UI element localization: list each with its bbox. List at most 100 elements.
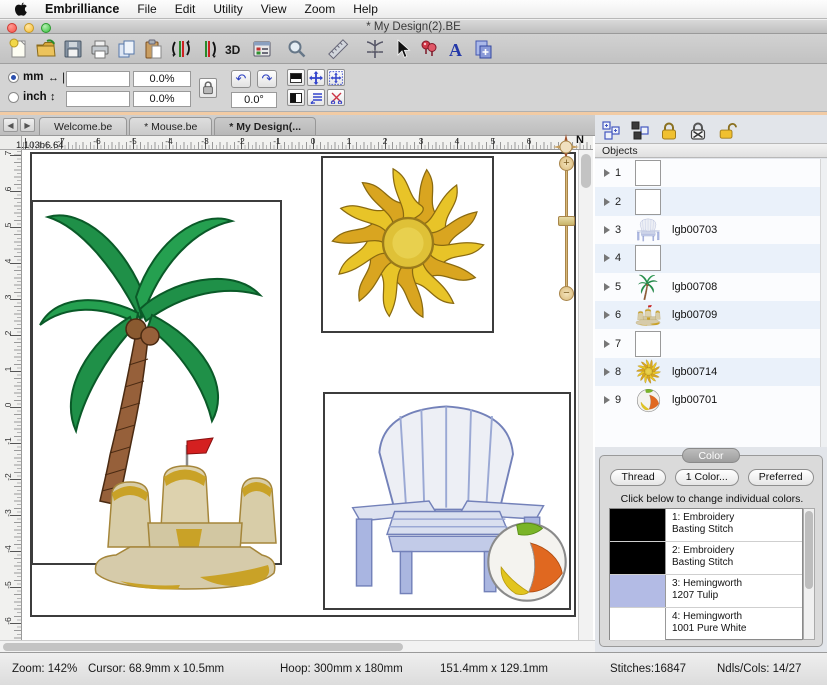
tab-scroll-right-icon[interactable]: ▶ bbox=[20, 118, 35, 132]
expand-icon[interactable] bbox=[604, 198, 610, 206]
object-row-2[interactable]: 2 bbox=[595, 187, 827, 215]
height-input[interactable] bbox=[66, 91, 130, 107]
rotate-left-button[interactable]: ↶ bbox=[231, 70, 251, 88]
group-icon[interactable] bbox=[630, 120, 650, 140]
unit-mm-radio[interactable] bbox=[8, 72, 19, 83]
trim-button[interactable] bbox=[327, 89, 345, 106]
width-input[interactable] bbox=[66, 71, 130, 87]
object-row-7[interactable]: 7 bbox=[595, 329, 827, 357]
copy-icon[interactable] bbox=[113, 36, 140, 62]
sun-design[interactable] bbox=[330, 165, 486, 321]
color-swatch[interactable] bbox=[610, 608, 666, 640]
tab-scroll-left-icon[interactable]: ◀ bbox=[3, 118, 18, 132]
color-list-scrollbar[interactable] bbox=[803, 508, 815, 640]
ungroup-icon[interactable] bbox=[601, 120, 621, 140]
objects-scrollbar[interactable] bbox=[820, 159, 827, 447]
center-design-button[interactable] bbox=[307, 69, 325, 86]
contrast-button[interactable] bbox=[287, 89, 305, 106]
preferred-button[interactable]: Preferred bbox=[748, 469, 814, 486]
tab-mouse[interactable]: * Mouse.be bbox=[129, 117, 212, 135]
paste-icon[interactable] bbox=[140, 36, 167, 62]
zoom-tool-icon[interactable] bbox=[283, 36, 310, 62]
object-thumbnail[interactable] bbox=[635, 217, 661, 243]
new-icon[interactable] bbox=[5, 36, 32, 62]
object-thumbnail[interactable] bbox=[635, 359, 661, 385]
color-row-3[interactable]: 3: Hemingworth1207 Tulip bbox=[610, 575, 802, 608]
object-thumbnail[interactable] bbox=[635, 274, 661, 300]
lock-icon[interactable] bbox=[659, 120, 679, 140]
expand-icon[interactable] bbox=[604, 396, 610, 404]
background-toggle-button[interactable] bbox=[287, 69, 305, 86]
one-color-button[interactable]: 1 Color... bbox=[675, 469, 739, 486]
object-thumbnail[interactable] bbox=[635, 331, 661, 357]
unit-inch-radio[interactable] bbox=[8, 92, 19, 103]
color-row-1[interactable]: 1: EmbroideryBasting Stitch bbox=[610, 509, 802, 542]
object-properties-icon[interactable] bbox=[248, 36, 275, 62]
scrollbar-thumb[interactable] bbox=[581, 154, 591, 188]
measure-icon[interactable] bbox=[324, 36, 351, 62]
lettering-icon[interactable]: A bbox=[442, 36, 469, 62]
object-thumbnail[interactable] bbox=[635, 245, 661, 271]
color-swatch[interactable] bbox=[610, 575, 666, 607]
object-row-8[interactable]: 8lgb00714 bbox=[595, 358, 827, 386]
expand-icon[interactable] bbox=[604, 226, 610, 234]
canvas-vertical-scrollbar[interactable] bbox=[578, 150, 593, 640]
design-canvas[interactable]: -7-6-5-4-3-2-10123456 76543210-1-2-3-4-5… bbox=[0, 136, 595, 652]
object-row-3[interactable]: 3lgb00703 bbox=[595, 216, 827, 244]
angle-input[interactable] bbox=[231, 92, 277, 108]
scrollbar-thumb[interactable] bbox=[805, 511, 813, 589]
object-thumbnail[interactable] bbox=[635, 302, 661, 328]
zoom-slider-track[interactable] bbox=[565, 162, 568, 294]
merge-design-icon[interactable] bbox=[469, 36, 496, 62]
unlock-icon[interactable] bbox=[717, 120, 737, 140]
tab-my-design[interactable]: * My Design(... bbox=[214, 117, 316, 135]
color-row-2[interactable]: 2: EmbroideryBasting Stitch bbox=[610, 542, 802, 575]
expand-icon[interactable] bbox=[604, 340, 610, 348]
menu-utility[interactable]: Utility bbox=[213, 2, 242, 16]
object-row-4[interactable]: 4 bbox=[595, 244, 827, 272]
object-thumbnail[interactable] bbox=[635, 160, 661, 186]
menu-view[interactable]: View bbox=[261, 2, 287, 16]
object-thumbnail[interactable] bbox=[635, 189, 661, 215]
fit-hoop-button[interactable] bbox=[327, 69, 345, 86]
color-tab[interactable]: Color bbox=[682, 448, 740, 463]
stitch-hoop-icon[interactable] bbox=[361, 36, 388, 62]
print-icon[interactable] bbox=[86, 36, 113, 62]
rotate-icon[interactable] bbox=[194, 36, 221, 62]
expand-icon[interactable] bbox=[604, 368, 610, 376]
zoom-out-button[interactable]: − bbox=[559, 286, 574, 301]
menu-edit[interactable]: Edit bbox=[175, 2, 196, 16]
lock-selected-icon[interactable] bbox=[688, 120, 708, 140]
object-thumbnail[interactable] bbox=[635, 387, 661, 413]
rotate-right-button[interactable]: ↷ bbox=[257, 70, 277, 88]
zoom-slider-handle[interactable] bbox=[558, 216, 575, 226]
object-row-5[interactable]: 5lgb00708 bbox=[595, 273, 827, 301]
sandcastle-design[interactable] bbox=[90, 437, 280, 593]
3d-view-icon[interactable]: 3D bbox=[221, 36, 248, 62]
flip-horizontal-icon[interactable] bbox=[167, 36, 194, 62]
width-percent-input[interactable] bbox=[133, 71, 191, 87]
expand-icon[interactable] bbox=[604, 169, 610, 177]
object-row-9[interactable]: 9lgb00701 bbox=[595, 386, 827, 414]
expand-icon[interactable] bbox=[604, 311, 610, 319]
object-row-6[interactable]: 6lgb00709 bbox=[595, 301, 827, 329]
canvas-horizontal-scrollbar[interactable] bbox=[0, 640, 595, 652]
scrollbar-thumb[interactable] bbox=[3, 643, 403, 651]
menu-zoom[interactable]: Zoom bbox=[305, 2, 336, 16]
height-percent-input[interactable] bbox=[133, 91, 191, 107]
apple-menu-icon[interactable] bbox=[14, 2, 27, 16]
thread-button[interactable]: Thread bbox=[610, 469, 665, 486]
select-tool-icon[interactable] bbox=[388, 36, 415, 62]
design-pins-icon[interactable] bbox=[415, 36, 442, 62]
expand-icon[interactable] bbox=[604, 283, 610, 291]
beach-ball-design[interactable] bbox=[484, 519, 570, 605]
lock-proportions-button[interactable] bbox=[199, 78, 217, 98]
tab-welcome[interactable]: Welcome.be bbox=[39, 117, 127, 135]
object-row-1[interactable]: 1 bbox=[595, 159, 827, 187]
stitch-order-button[interactable] bbox=[307, 89, 325, 106]
save-icon[interactable] bbox=[59, 36, 86, 62]
zoom-in-button[interactable]: + bbox=[559, 156, 574, 171]
open-icon[interactable] bbox=[32, 36, 59, 62]
menu-help[interactable]: Help bbox=[353, 2, 378, 16]
app-menu[interactable]: Embrilliance bbox=[45, 2, 119, 16]
